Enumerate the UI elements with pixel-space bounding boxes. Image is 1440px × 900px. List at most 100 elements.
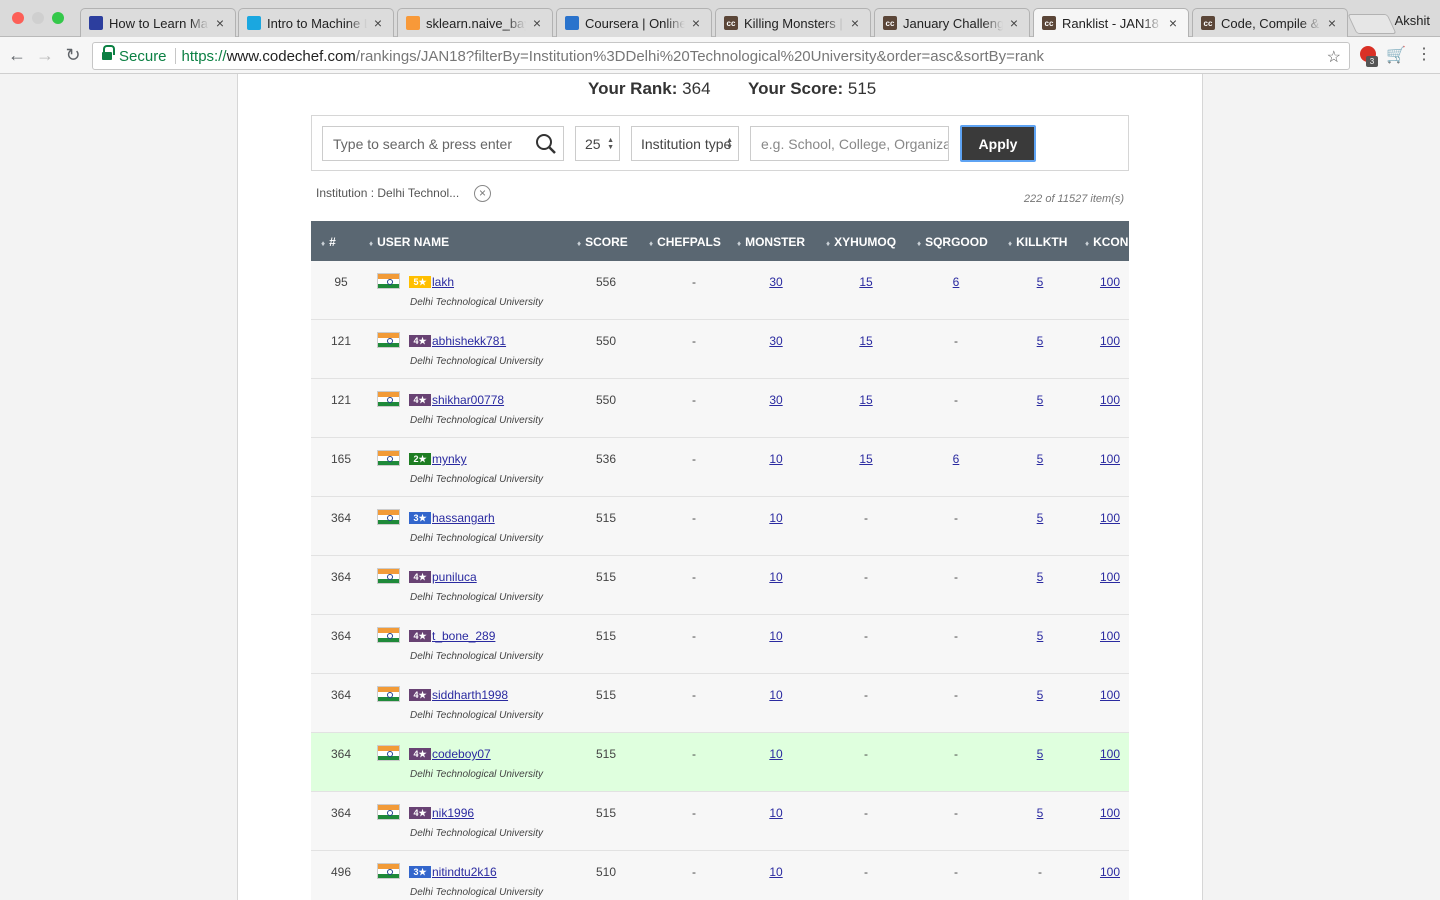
- column-header-rank[interactable]: ♦ #: [321, 235, 336, 249]
- tab-close-icon[interactable]: ×: [848, 15, 862, 31]
- kcon-cell[interactable]: 100: [1090, 511, 1129, 525]
- killkth-cell[interactable]: 5: [1020, 275, 1060, 289]
- sqrgood-cell[interactable]: 6: [936, 275, 976, 289]
- column-header-sqrgood[interactable]: ♦ SQRGOOD: [917, 235, 988, 249]
- kcon-cell[interactable]: 100: [1090, 452, 1129, 466]
- search-input[interactable]: Type to search & press enter: [322, 126, 564, 161]
- browser-tab[interactable]: Coursera | Online Courses×: [556, 8, 712, 37]
- column-label: XYHUMOQ: [834, 235, 897, 249]
- browser-tab[interactable]: cc Code, Compile & Run×: [1192, 8, 1348, 37]
- monster-cell[interactable]: 10: [756, 865, 796, 879]
- column-header-monster[interactable]: ♦ MONSTER: [737, 235, 805, 249]
- column-header-user[interactable]: ♦ USER NAME: [369, 235, 449, 249]
- monster-cell[interactable]: 10: [756, 452, 796, 466]
- monster-cell[interactable]: 30: [756, 275, 796, 289]
- organization-input[interactable]: e.g. School, College, Organization: [750, 126, 949, 161]
- kcon-cell[interactable]: 100: [1090, 629, 1129, 643]
- star-rating-badge: 4★: [409, 630, 431, 642]
- monster-cell[interactable]: 10: [756, 511, 796, 525]
- reload-icon[interactable]: ↻: [62, 44, 84, 66]
- tab-close-icon[interactable]: ×: [1007, 15, 1021, 31]
- xyhumoq-cell[interactable]: 15: [846, 393, 886, 407]
- xyhumoq-cell[interactable]: 15: [846, 452, 886, 466]
- monster-cell[interactable]: 10: [756, 747, 796, 761]
- username-link[interactable]: nitindtu2k16: [432, 865, 497, 879]
- username-link[interactable]: hassangarh: [432, 511, 495, 525]
- monster-cell[interactable]: 10: [756, 688, 796, 702]
- killkth-cell[interactable]: 5: [1020, 570, 1060, 584]
- tab-close-icon[interactable]: ×: [689, 15, 703, 31]
- institution-type-select[interactable]: Institution type ▲ ▼: [631, 126, 739, 161]
- menu-dots-icon[interactable]: ⋮: [1416, 44, 1432, 64]
- kcon-cell[interactable]: 100: [1090, 688, 1129, 702]
- search-icon[interactable]: [535, 133, 557, 155]
- xyhumoq-cell[interactable]: 15: [846, 334, 886, 348]
- killkth-cell[interactable]: 5: [1020, 393, 1060, 407]
- monster-cell[interactable]: 10: [756, 806, 796, 820]
- browser-tab[interactable]: sklearn.naive_bayes×: [397, 8, 553, 37]
- killkth-cell[interactable]: 5: [1020, 688, 1060, 702]
- clear-filter-icon[interactable]: ×: [474, 185, 491, 202]
- username-link[interactable]: codeboy07: [432, 747, 491, 761]
- rank-cell: 95: [334, 275, 348, 289]
- score-value: 515: [847, 79, 877, 98]
- profile-name[interactable]: Akshit: [1395, 13, 1430, 28]
- close-window-button[interactable]: [12, 12, 24, 24]
- page-size-select[interactable]: 25 ▲ ▼: [575, 126, 620, 161]
- column-header-score[interactable]: ♦ SCORE: [577, 235, 628, 249]
- rank-label: Your Rank: [588, 79, 672, 98]
- browser-tab[interactable]: How to Learn Machine Learning×: [80, 8, 236, 37]
- tab-close-icon[interactable]: ×: [530, 15, 544, 31]
- username-link[interactable]: puniluca: [432, 570, 477, 584]
- username-link[interactable]: shikhar00778: [432, 393, 504, 407]
- chefpals-cell: -: [692, 275, 696, 289]
- browser-tab[interactable]: cc Ranklist - JAN18 | CodeChef×: [1033, 8, 1189, 37]
- kcon-cell[interactable]: 100: [1090, 393, 1129, 407]
- username-link[interactable]: abhishekk781: [432, 334, 506, 348]
- xyhumoq-cell[interactable]: 15: [846, 275, 886, 289]
- username-link[interactable]: siddharth1998: [432, 688, 508, 702]
- kcon-cell[interactable]: 100: [1090, 865, 1129, 879]
- new-tab-button[interactable]: [1347, 14, 1397, 34]
- kcon-cell[interactable]: 100: [1090, 806, 1129, 820]
- killkth-cell[interactable]: 5: [1020, 747, 1060, 761]
- apply-button[interactable]: Apply: [960, 125, 1036, 162]
- cart-icon[interactable]: 🛒: [1386, 45, 1406, 65]
- browser-tab[interactable]: cc Killing Monsters | CodeChef×: [715, 8, 871, 37]
- score-cell: 515: [596, 806, 617, 820]
- tab-close-icon[interactable]: ×: [213, 15, 227, 31]
- username-link[interactable]: t_bone_289: [432, 629, 495, 643]
- kcon-cell[interactable]: 100: [1090, 570, 1129, 584]
- column-header-killkth[interactable]: ♦ KILLKTH: [1008, 235, 1067, 249]
- killkth-cell[interactable]: 5: [1020, 806, 1060, 820]
- tab-close-icon[interactable]: ×: [1325, 15, 1339, 31]
- killkth-cell[interactable]: 5: [1020, 629, 1060, 643]
- sqrgood-cell[interactable]: 6: [936, 452, 976, 466]
- forward-arrow-icon[interactable]: →: [34, 44, 56, 66]
- kcon-cell[interactable]: 100: [1090, 275, 1129, 289]
- monster-cell[interactable]: 30: [756, 393, 796, 407]
- username-link[interactable]: lakh: [432, 275, 454, 289]
- back-arrow-icon[interactable]: ←: [6, 44, 28, 66]
- minimize-window-button[interactable]: [32, 12, 44, 24]
- browser-tab[interactable]: Intro to Machine Learning×: [238, 8, 394, 37]
- tab-close-icon[interactable]: ×: [371, 15, 385, 31]
- killkth-cell[interactable]: 5: [1020, 334, 1060, 348]
- monster-cell[interactable]: 30: [756, 334, 796, 348]
- browser-tab[interactable]: cc January Challenge 2018×: [874, 8, 1030, 37]
- column-header-xyhumoq[interactable]: ♦ XYHUMOQ: [826, 235, 896, 249]
- kcon-cell[interactable]: 100: [1090, 334, 1129, 348]
- monster-cell[interactable]: 10: [756, 629, 796, 643]
- monster-cell[interactable]: 10: [756, 570, 796, 584]
- username-link[interactable]: nik1996: [432, 806, 474, 820]
- killkth-cell[interactable]: 5: [1020, 511, 1060, 525]
- address-bar[interactable]: Secure https://www.codechef.com/rankings…: [92, 42, 1350, 70]
- column-header-kcon[interactable]: ♦ KCON: [1085, 235, 1128, 249]
- maximize-window-button[interactable]: [52, 12, 64, 24]
- killkth-cell[interactable]: 5: [1020, 452, 1060, 466]
- kcon-cell[interactable]: 100: [1090, 747, 1129, 761]
- username-link[interactable]: mynky: [432, 452, 467, 466]
- column-header-chefpals[interactable]: ♦ CHEFPALS: [649, 235, 721, 249]
- tab-close-icon[interactable]: ×: [1166, 15, 1180, 31]
- bookmark-star-icon[interactable]: ☆: [1327, 47, 1341, 67]
